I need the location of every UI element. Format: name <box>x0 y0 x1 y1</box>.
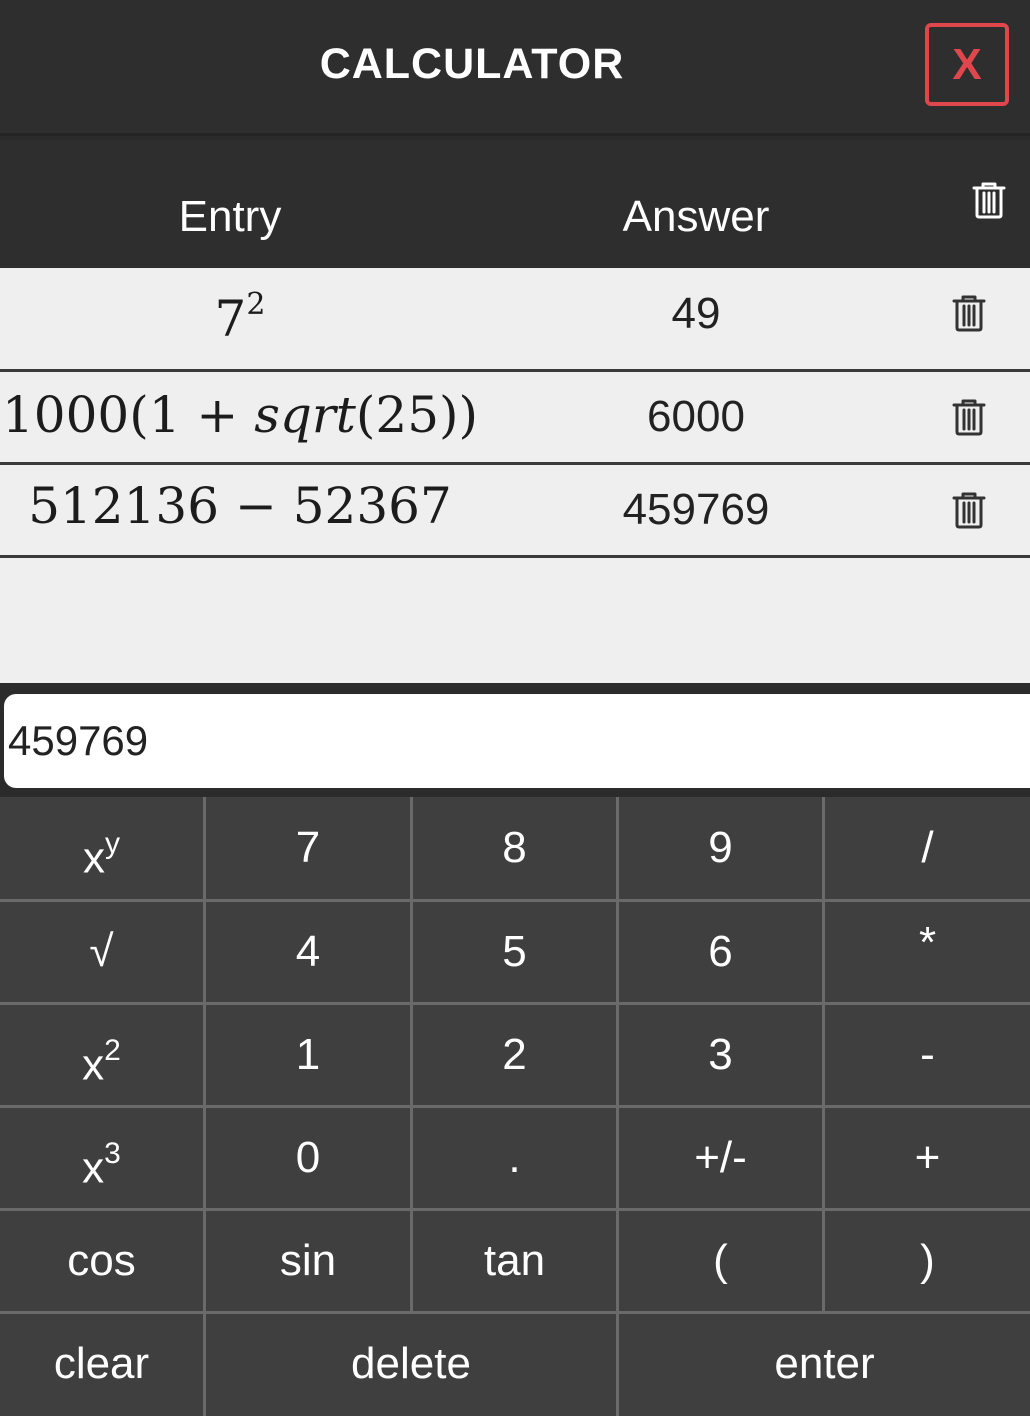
history-answer: 6000 <box>647 392 745 441</box>
title-bar: CALCULATOR X <box>0 0 1030 136</box>
input-area <box>0 683 1030 797</box>
digit-9-button[interactable]: 9 <box>619 797 822 899</box>
clear-button[interactable]: clear <box>0 1314 203 1416</box>
history-row[interactable]: 72 49 <box>0 268 1030 372</box>
digit-1-button[interactable]: 1 <box>206 1005 410 1105</box>
open-paren-button[interactable]: ( <box>619 1211 822 1311</box>
cube-button[interactable]: x3 <box>0 1108 203 1208</box>
subtract-button[interactable]: - <box>825 1005 1030 1105</box>
delete-row-trash-icon[interactable] <box>952 294 986 332</box>
digit-7-button[interactable]: 7 <box>206 797 410 899</box>
history-entry: 1000(1 + sqrt(25)) <box>0 386 480 444</box>
digit-2-button[interactable]: 2 <box>413 1005 616 1105</box>
keypad: xy 7 8 9 / √ 4 5 6 * x2 1 2 3 - x3 0 . +… <box>0 797 1030 1416</box>
history-row[interactable]: 512136 − 52367 459769 <box>0 465 1030 558</box>
digit-4-button[interactable]: 4 <box>206 902 410 1002</box>
delete-button[interactable]: delete <box>206 1314 616 1416</box>
key-label: x <box>83 833 105 883</box>
key-label: x <box>82 1143 105 1193</box>
add-button[interactable]: + <box>825 1108 1030 1208</box>
delete-row-trash-icon[interactable] <box>952 491 986 529</box>
tan-button[interactable]: tan <box>413 1211 616 1311</box>
digit-0-button[interactable]: 0 <box>206 1108 410 1208</box>
divide-button[interactable]: / <box>825 797 1030 899</box>
entry-base: 7 <box>214 290 247 348</box>
key-exponent: 2 <box>104 1034 121 1067</box>
entry-column-header: Entry <box>178 192 282 241</box>
decimal-button[interactable]: . <box>413 1108 616 1208</box>
expression-input[interactable] <box>4 694 1030 788</box>
square-button[interactable]: x2 <box>0 1005 203 1105</box>
multiply-button[interactable]: * <box>825 902 1030 1002</box>
close-paren-button[interactable]: ) <box>825 1211 1030 1311</box>
digit-5-button[interactable]: 5 <box>413 902 616 1002</box>
history-entry: 72 <box>0 287 480 348</box>
key-label: x <box>82 1040 105 1090</box>
digit-8-button[interactable]: 8 <box>413 797 616 899</box>
enter-button[interactable]: enter <box>619 1314 1030 1416</box>
history-answer: 49 <box>671 289 721 338</box>
key-exponent: y <box>105 827 120 860</box>
negate-button[interactable]: +/- <box>619 1108 822 1208</box>
cos-button[interactable]: cos <box>0 1211 203 1311</box>
entry-suffix: (25)) <box>355 386 479 444</box>
history-list: 72 49 1000(1 + sqrt(25)) 6000 512136 − 5… <box>0 268 1030 683</box>
sin-button[interactable]: sin <box>206 1211 410 1311</box>
digit-6-button[interactable]: 6 <box>619 902 822 1002</box>
history-answer: 459769 <box>622 485 770 534</box>
history-row[interactable]: 1000(1 + sqrt(25)) 6000 <box>0 372 1030 465</box>
sqrt-button[interactable]: √ <box>0 902 203 1002</box>
history-header: Entry Answer <box>0 140 1030 268</box>
key-exponent: 3 <box>104 1137 121 1170</box>
entry-function: sqrt <box>254 386 356 444</box>
power-xy-button[interactable]: xy <box>0 797 203 899</box>
close-button[interactable]: X <box>925 23 1009 106</box>
history-entry: 512136 − 52367 <box>28 477 452 535</box>
digit-3-button[interactable]: 3 <box>619 1005 822 1105</box>
delete-row-trash-icon[interactable] <box>952 398 986 436</box>
entry-prefix: 1000(1 + <box>1 386 255 444</box>
answer-column-header: Answer <box>622 192 770 241</box>
app-title: CALCULATOR <box>319 40 625 88</box>
clear-history-trash-icon[interactable] <box>972 181 1006 219</box>
entry-exponent: 2 <box>246 287 266 323</box>
